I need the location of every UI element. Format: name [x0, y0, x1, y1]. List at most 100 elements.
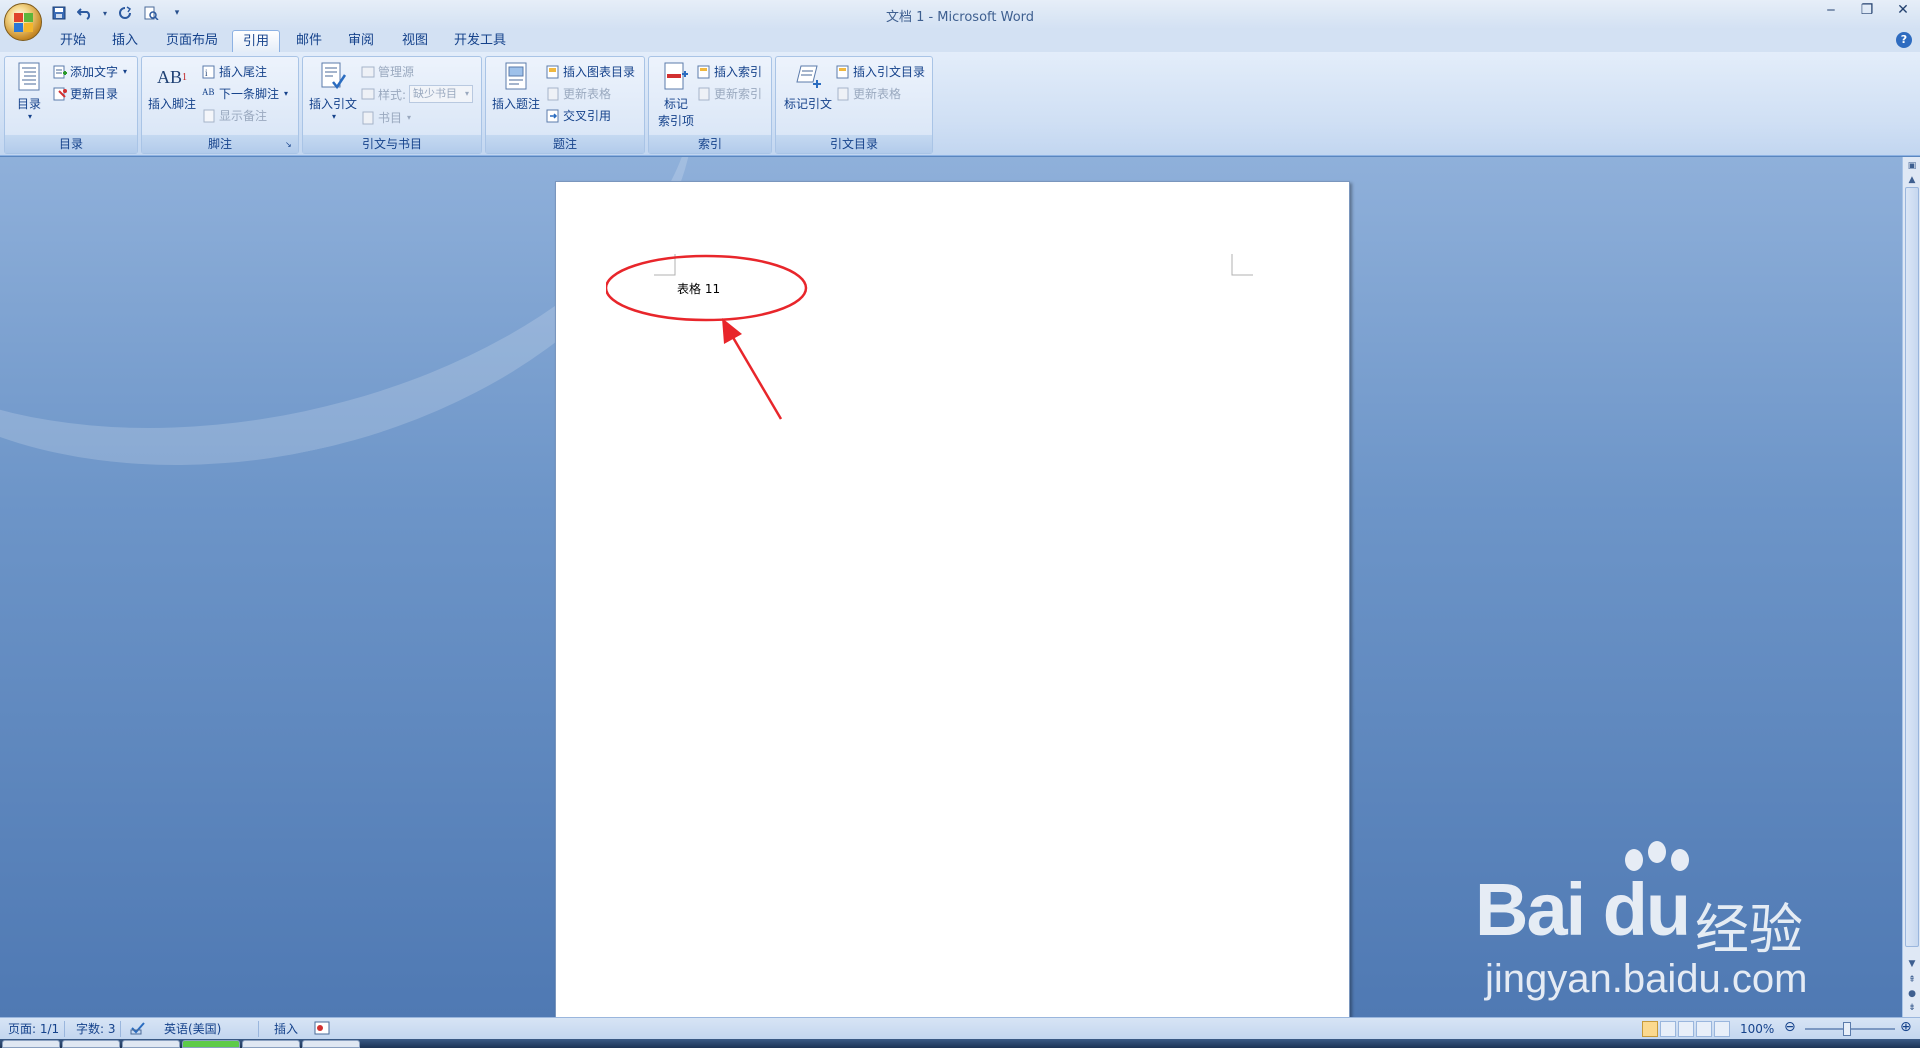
insert-index-button[interactable]: 插入索引 — [697, 63, 762, 80]
insert-endnote-button[interactable]: i 插入尾注 — [202, 63, 267, 80]
status-bar: 页面: 1/1 字数: 3 英语(美国) 插入 100% ⊖ ⊕ — [0, 1017, 1920, 1039]
scroll-thumb[interactable] — [1905, 187, 1919, 947]
insert-mode-indicator[interactable]: 插入 — [274, 1021, 298, 1037]
tab-insert[interactable]: 插入 — [102, 30, 148, 52]
zoom-out-icon[interactable]: ⊖ — [1784, 1019, 1796, 1035]
zoom-in-icon[interactable]: ⊕ — [1900, 1019, 1912, 1035]
tab-home[interactable]: 开始 — [50, 30, 96, 52]
word-count[interactable]: 字数: 3 — [76, 1021, 116, 1037]
close-button[interactable]: ✕ — [1894, 2, 1912, 18]
watermark-brand: Bai du — [1475, 868, 1691, 951]
update-index-label: 更新索引 — [714, 87, 763, 101]
annotation-arrow-head — [722, 318, 742, 344]
paw-toe-2 — [1648, 841, 1666, 863]
full-screen-reading-button[interactable] — [1660, 1021, 1676, 1037]
page-indicator[interactable]: 页面: 1/1 — [8, 1021, 59, 1037]
next-page-icon[interactable]: ⇟ — [1905, 1001, 1919, 1015]
tab-review[interactable]: 审阅 — [338, 30, 384, 52]
document-page[interactable]: 表格 11 — [555, 181, 1350, 1017]
insert-index-icon — [697, 65, 711, 79]
previous-page-icon[interactable]: ⇞ — [1905, 973, 1919, 987]
mark-entry-button[interactable]: 标记 索引项 — [653, 61, 699, 129]
footnotes-group: AB 1 插入脚注 i 插入尾注 AB 下一条脚注 ▾ 显示备注 脚注 ↘ — [141, 56, 299, 154]
mark-citation-label: 标记引文 — [783, 97, 832, 111]
next-footnote-button[interactable]: AB 下一条脚注 ▾ — [202, 85, 288, 102]
bibliography-button[interactable]: 书目 ▾ — [361, 109, 411, 126]
tab-view[interactable]: 视图 — [392, 30, 438, 52]
zoom-slider-thumb[interactable] — [1843, 1022, 1851, 1036]
tab-references[interactable]: 引用 — [232, 30, 281, 52]
dialog-launcher-icon[interactable]: ↘ — [285, 140, 295, 150]
cross-reference-icon — [546, 109, 560, 123]
taskbar-item[interactable] — [302, 1040, 360, 1048]
add-text-label: 添加文字 — [70, 65, 119, 79]
insert-citation-label: 插入引文 — [308, 97, 357, 111]
taskbar-item[interactable] — [2, 1040, 60, 1048]
taskbar — [0, 1039, 1920, 1048]
watermark-url: jingyan.baidu.com — [1485, 957, 1808, 1001]
tab-developer[interactable]: 开发工具 — [444, 30, 516, 52]
toc-button-label: 目录 — [16, 97, 41, 111]
citations-group: 插入引文 ▾ 管理源 样式: 缺少书目 ▾ 书目 ▾ 引文与书目 — [302, 56, 482, 154]
outline-view-button[interactable] — [1696, 1021, 1712, 1037]
draft-view-button[interactable] — [1714, 1021, 1730, 1037]
endnote-icon: i — [202, 65, 216, 79]
insert-caption-button[interactable]: 插入题注 — [490, 61, 542, 112]
insert-toa-button[interactable]: 插入引文目录 — [836, 63, 925, 80]
proofing-icon[interactable] — [130, 1021, 146, 1037]
office-logo-icon — [14, 13, 34, 33]
zoom-level[interactable]: 100% — [1740, 1021, 1774, 1037]
add-text-icon — [53, 65, 67, 79]
manage-sources-label: 管理源 — [378, 65, 415, 79]
scroll-up-icon[interactable]: ▲ — [1905, 173, 1919, 187]
style-dropdown[interactable]: 缺少书目 ▾ — [409, 85, 474, 103]
mark-citation-button[interactable]: 标记引文 — [780, 61, 836, 112]
style-value: 缺少书目 — [413, 87, 458, 100]
status-separator — [64, 1021, 65, 1037]
help-icon[interactable]: ? — [1896, 32, 1912, 48]
insert-citation-button[interactable]: 插入引文 ▾ — [307, 61, 359, 121]
insert-footnote-button[interactable]: AB 1 插入脚注 — [146, 61, 198, 112]
title-bar: ▾ ▾ 文档 1 - Microsoft Word ‒ ❐ ✕ — [0, 0, 1920, 41]
next-footnote-icon: AB — [202, 86, 215, 97]
print-layout-view-button[interactable] — [1642, 1021, 1658, 1037]
footnote-icon: AB 1 — [156, 66, 187, 87]
minimize-button[interactable]: ‒ — [1822, 2, 1840, 18]
update-index-button[interactable]: 更新索引 — [697, 85, 762, 102]
bibliography-label: 书目 — [378, 111, 403, 125]
web-layout-button[interactable] — [1678, 1021, 1694, 1037]
mark-entry-label-1: 标记 — [663, 97, 688, 111]
tab-page-layout[interactable]: 页面布局 — [156, 30, 228, 52]
show-notes-label: 显示备注 — [219, 109, 268, 123]
toc-group-label: 目录 — [5, 135, 137, 153]
citation-icon — [317, 61, 349, 93]
cross-reference-button[interactable]: 交叉引用 — [546, 107, 611, 124]
update-table-button[interactable]: 更新表格 — [546, 85, 611, 102]
taskbar-item[interactable] — [62, 1040, 120, 1048]
select-browse-object-icon[interactable]: ● — [1905, 987, 1919, 1001]
show-notes-button[interactable]: 显示备注 — [202, 107, 267, 124]
macro-record-icon[interactable] — [314, 1021, 330, 1037]
status-separator — [258, 1021, 259, 1037]
insert-table-of-figures-button[interactable]: 插入图表目录 — [546, 63, 635, 80]
vertical-scrollbar[interactable]: ▣ ▲ ▼ ⇞ ● ⇟ — [1902, 157, 1920, 1017]
bibliography-icon — [361, 111, 375, 125]
taskbar-item[interactable] — [182, 1040, 240, 1048]
table-of-figures-icon — [546, 65, 560, 79]
restore-button[interactable]: ❐ — [1858, 2, 1876, 18]
update-toa-button[interactable]: 更新表格 — [836, 85, 901, 102]
manage-sources-button[interactable]: 管理源 — [361, 63, 414, 80]
toc-button[interactable]: 目录 ▾ — [11, 61, 47, 121]
language-indicator[interactable]: 英语(美国) — [164, 1021, 221, 1037]
chevron-down-icon: ▾ — [331, 112, 336, 121]
taskbar-item[interactable] — [122, 1040, 180, 1048]
tab-mailings[interactable]: 邮件 — [286, 30, 332, 52]
ruler-toggle-icon[interactable]: ▣ — [1905, 159, 1919, 173]
add-text-button[interactable]: 添加文字 ▾ — [53, 63, 127, 80]
taskbar-item[interactable] — [242, 1040, 300, 1048]
captions-group-label: 题注 — [486, 135, 644, 153]
citation-style-select[interactable]: 样式: 缺少书目 ▾ — [361, 85, 474, 103]
office-button[interactable] — [4, 3, 42, 41]
scroll-down-icon[interactable]: ▼ — [1905, 957, 1919, 971]
update-toc-button[interactable]: 更新目录 — [53, 85, 118, 102]
